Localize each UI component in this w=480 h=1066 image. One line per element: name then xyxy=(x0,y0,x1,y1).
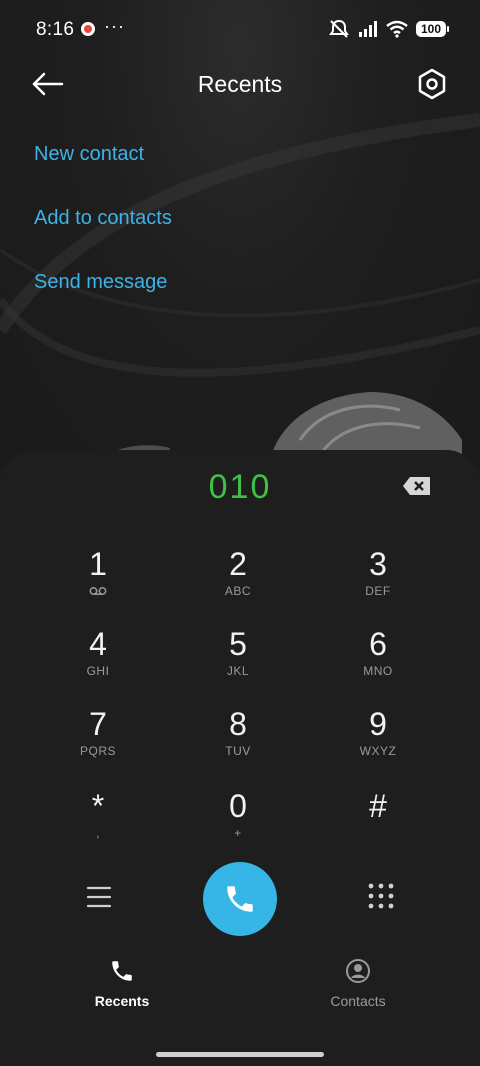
dial-key-1[interactable]: 1 xyxy=(38,546,158,616)
add-to-contacts-link[interactable]: Add to contacts xyxy=(34,207,172,230)
dial-key-2[interactable]: 2 ABC xyxy=(178,546,298,616)
send-message-link[interactable]: Send message xyxy=(34,271,167,294)
dial-key-5[interactable]: 5 JKL xyxy=(178,626,298,696)
nav-tab-recents[interactable]: Recents xyxy=(62,958,182,1009)
menu-icon[interactable] xyxy=(80,878,118,916)
dial-key-9[interactable]: 9 WXYZ xyxy=(318,706,438,776)
status-time: 8:16 xyxy=(36,19,75,40)
phone-icon xyxy=(112,961,132,981)
dialpad-grid-icon[interactable] xyxy=(362,878,400,916)
nav-tab-contacts[interactable]: Contacts xyxy=(298,958,418,1009)
backspace-icon[interactable] xyxy=(401,474,433,498)
dial-key-8[interactable]: 8 TUV xyxy=(178,706,298,776)
app-notification-icon xyxy=(81,22,95,36)
top-app-bar: Recents xyxy=(0,54,480,114)
home-indicator[interactable] xyxy=(156,1052,324,1057)
wifi-icon xyxy=(386,20,408,38)
status-bar: 8:16 ··· 100 xyxy=(0,0,480,60)
settings-icon[interactable] xyxy=(414,66,450,102)
page-title: Recents xyxy=(197,71,283,97)
dial-key-star[interactable]: * , xyxy=(38,788,158,858)
new-contact-link[interactable]: New contact xyxy=(34,143,144,166)
dial-key-4[interactable]: 4 GHI xyxy=(38,626,158,696)
dial-key-0[interactable]: 0 + xyxy=(178,788,298,858)
more-notifications-icon: ··· xyxy=(104,16,125,36)
nav-label-contacts: Contacts xyxy=(330,993,386,1009)
silent-icon xyxy=(329,19,349,38)
dial-key-6[interactable]: 6 MNO xyxy=(318,626,438,696)
contact-person-icon xyxy=(346,959,370,983)
dial-key-3[interactable]: 3 DEF xyxy=(318,546,438,616)
dial-key-hash[interactable]: # xyxy=(318,788,438,858)
phone-icon xyxy=(227,886,253,912)
signal-icon xyxy=(359,21,377,37)
nav-label-recents: Recents xyxy=(94,993,150,1009)
dial-key-7[interactable]: 7 PQRS xyxy=(38,706,158,776)
call-button[interactable] xyxy=(203,862,277,936)
voicemail-icon xyxy=(89,587,107,595)
battery-indicator: 100 xyxy=(416,21,449,37)
